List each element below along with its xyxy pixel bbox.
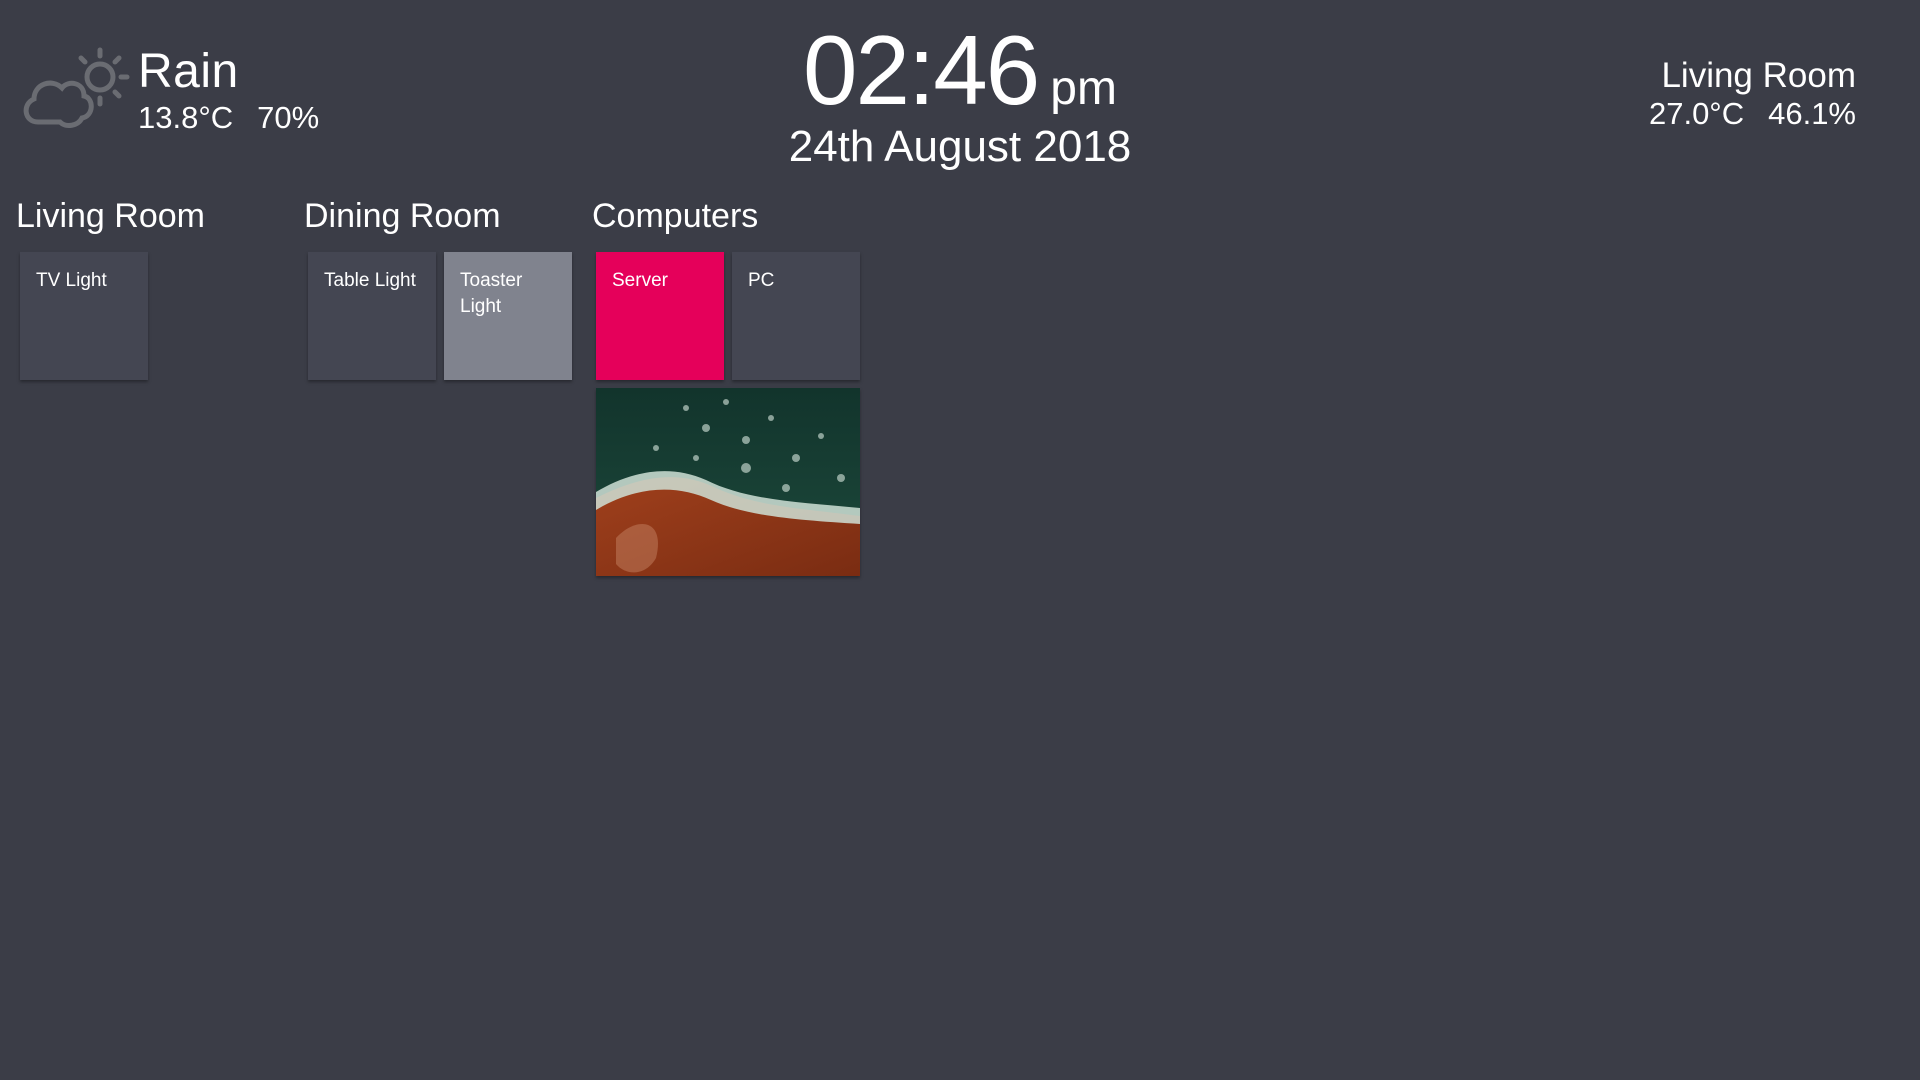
group-title: Dining Room <box>304 197 501 235</box>
sensor-temperature: 27.0°C <box>1648 96 1745 131</box>
tile-label: Toaster Light <box>460 270 523 317</box>
tile-label: Table Light <box>324 270 416 291</box>
clock-time-row: 02:46 pm <box>803 14 1117 126</box>
sensor-values: 27.0°C 46.1% <box>1649 96 1856 132</box>
tile-server[interactable]: Server <box>596 252 724 380</box>
clock-widget: 02:46 pm 24th August 2018 <box>0 14 1920 172</box>
tile-pc[interactable]: PC <box>732 252 860 380</box>
clock-ampm: pm <box>1050 62 1117 115</box>
group-title: Computers <box>592 197 759 235</box>
tile-table-light[interactable]: Table Light <box>308 252 436 380</box>
dashboard: Rain 13.8°C 70% 02:46 pm 24th August 2018 … <box>0 0 1920 1080</box>
sensor-humidity: 46.1% <box>1768 96 1856 131</box>
clock-date: 24th August 2018 <box>788 122 1132 171</box>
group-title: Living Room <box>16 197 205 235</box>
group-dining-room: Dining Room Table Light Toaster Light <box>304 196 572 380</box>
clock-time: 02:46 <box>803 15 1040 125</box>
tile-toaster-light[interactable]: Toaster Light <box>444 252 572 380</box>
group-computers: Computers Server PC <box>592 196 860 576</box>
sensor-widget: Living Room 27.0°C 46.1% <box>1649 56 1856 132</box>
camera-feed-tile[interactable] <box>596 388 860 576</box>
camera-feed-image <box>596 388 860 576</box>
tile-label: Server <box>612 270 668 291</box>
sensor-name: Living Room <box>1661 56 1856 95</box>
tile-label: TV Light <box>36 270 107 291</box>
group-living-room: Living Room TV Light <box>16 196 205 380</box>
tile-tv-light[interactable]: TV Light <box>20 252 148 380</box>
tile-label: PC <box>748 270 775 291</box>
